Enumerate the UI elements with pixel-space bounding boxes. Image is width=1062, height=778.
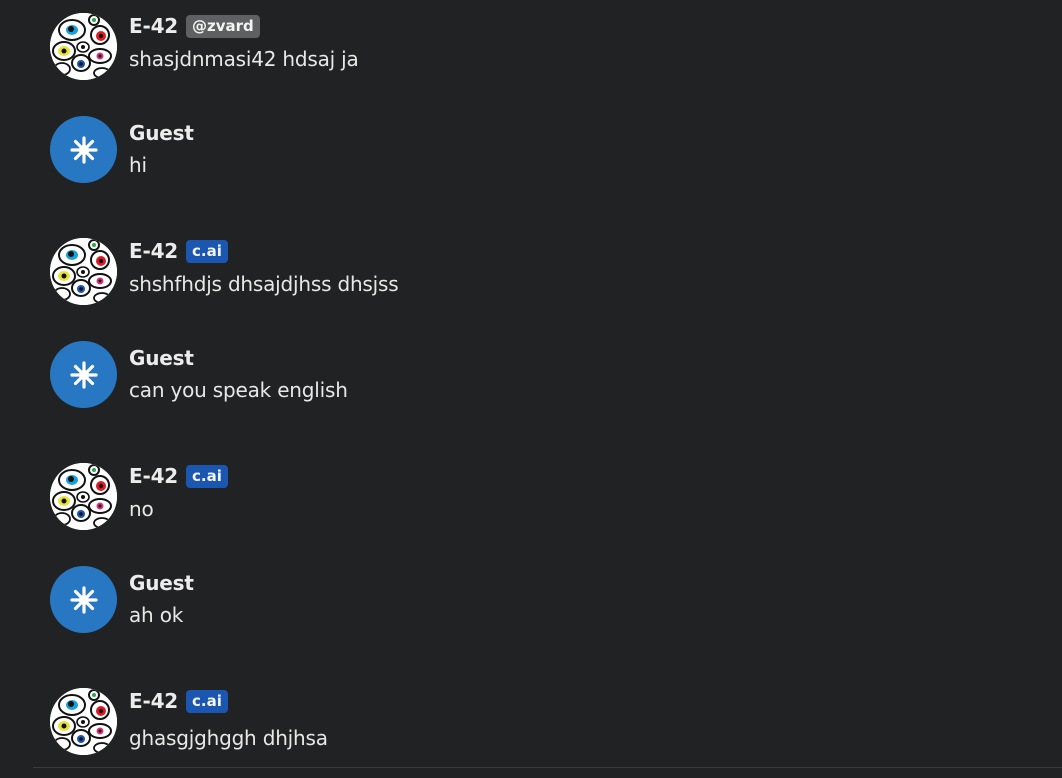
author-name: Guest <box>129 346 194 370</box>
chat-message: Guest ah ok <box>50 566 950 636</box>
chat-message: Guest can you speak english <box>50 341 950 411</box>
chat-message: E-42 @zvard shasjdnmasi42 hdsaj ja <box>50 13 950 83</box>
author-name[interactable]: E-42 <box>129 14 178 38</box>
author-name[interactable]: E-42 <box>129 689 178 713</box>
message-header: E-42 c.ai <box>129 463 228 489</box>
message-header: Guest <box>129 345 194 371</box>
chat-message: Guest hi <box>50 116 950 186</box>
message-text: shshfhdjs dhsajdjhss dhsjss <box>129 272 399 296</box>
message-text: ah ok <box>129 603 184 627</box>
author-name[interactable]: E-42 <box>129 239 178 263</box>
message-text: no <box>129 497 154 521</box>
cai-badge: c.ai <box>186 464 228 488</box>
message-text: ghasgjghggh dhjhsa <box>129 726 328 750</box>
chat-thread: E-42 @zvard shasjdnmasi42 hdsaj ja Guest… <box>0 0 1062 778</box>
asterisk-avatar-icon[interactable] <box>50 116 117 183</box>
cai-badge: c.ai <box>186 689 228 713</box>
cells-avatar-icon[interactable] <box>50 238 117 305</box>
message-text: shasjdnmasi42 hdsaj ja <box>129 47 359 71</box>
chat-message: E-42 c.ai shshfhdjs dhsajdjhss dhsjss <box>50 238 950 308</box>
message-header: Guest <box>129 120 194 146</box>
cells-avatar-icon[interactable] <box>50 463 117 530</box>
message-header: E-42 c.ai <box>129 688 228 714</box>
message-text: can you speak english <box>129 378 348 402</box>
author-name: Guest <box>129 121 194 145</box>
input-area-divider <box>33 767 1062 768</box>
author-name: Guest <box>129 571 194 595</box>
asterisk-avatar-icon[interactable] <box>50 341 117 408</box>
cai-badge: c.ai <box>186 239 228 263</box>
chat-message: E-42 c.ai no <box>50 463 950 533</box>
message-header: Guest <box>129 570 194 596</box>
message-header: E-42 c.ai <box>129 238 228 264</box>
message-text: hi <box>129 153 147 177</box>
author-name[interactable]: E-42 <box>129 464 178 488</box>
message-header: E-42 @zvard <box>129 13 260 39</box>
cells-avatar-icon[interactable] <box>50 688 117 755</box>
asterisk-avatar-icon[interactable] <box>50 566 117 633</box>
chat-message: E-42 c.ai ghasgjghggh dhjhsa <box>50 688 950 758</box>
cells-avatar-icon[interactable] <box>50 13 117 80</box>
creator-handle-badge[interactable]: @zvard <box>186 14 260 38</box>
